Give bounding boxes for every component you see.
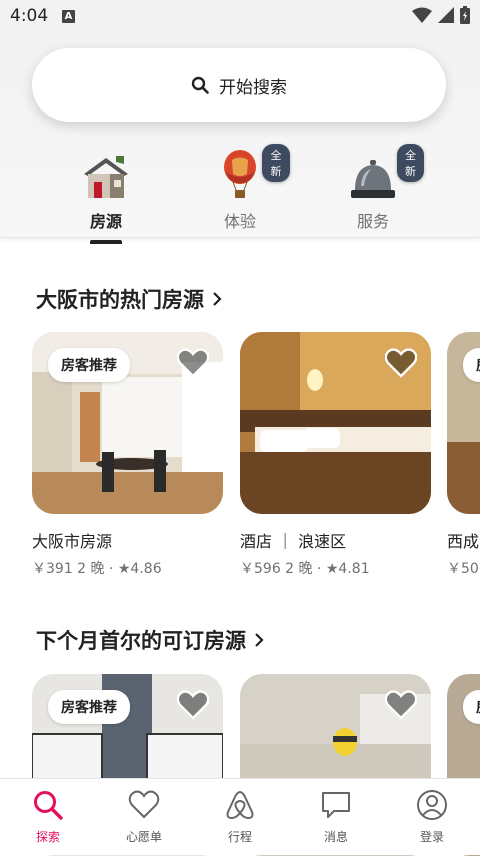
tab-homes[interactable]: 房源 — [56, 150, 156, 244]
notification-icon: A — [62, 10, 75, 23]
search-bar[interactable]: 开始搜索 — [32, 48, 446, 122]
section-title-seoul[interactable]: 下个月首尔的可订房源 — [36, 625, 264, 655]
listing-title: 西成 — [447, 532, 480, 551]
search-icon — [34, 791, 63, 820]
status-time: 4:04 — [10, 6, 49, 26]
listing-card[interactable]: 酒店 ｜ 浪速区 ￥596 2 晚 · ★4.81 — [240, 332, 431, 578]
nav-label: 行程 — [227, 830, 252, 844]
chevron-right-icon — [213, 292, 222, 306]
guest-favorite-badge: 房客推荐 — [48, 690, 130, 724]
battery-icon — [460, 6, 470, 24]
tab-experiences-label: 体验 — [223, 212, 256, 231]
search-placeholder: 开始搜索 — [219, 77, 287, 98]
listing-title: 酒店 ｜ 浪速区 — [240, 532, 347, 551]
listing-photo — [240, 332, 431, 514]
nav-explore[interactable]: 探索 — [0, 779, 96, 855]
nav-label: 登录 — [419, 830, 444, 844]
listing-photo: 房 — [447, 332, 480, 514]
signal-icon — [438, 7, 454, 23]
listing-photo: 房客推荐 — [32, 332, 223, 514]
message-icon — [322, 792, 350, 818]
hot-air-balloon-icon — [224, 150, 256, 198]
tab-services[interactable]: 全新 服务 — [323, 144, 424, 232]
listing-meta: ￥596 2 晚 · ★4.81 — [240, 561, 370, 577]
heart-icon — [128, 790, 160, 819]
new-badge: 全新 — [262, 144, 290, 182]
nav-label: 消息 — [323, 830, 348, 844]
house-icon — [84, 156, 128, 198]
active-tab-indicator — [90, 240, 122, 244]
profile-icon — [417, 790, 447, 820]
listing-card[interactable]: 房客推荐 大阪市房源 ￥391 2 晚 · ★4.86 — [32, 332, 223, 578]
nav-trips[interactable]: 行程 — [192, 779, 288, 855]
chevron-right-icon — [255, 633, 264, 647]
heart-icon[interactable] — [385, 690, 417, 720]
listing-meta: ￥391 2 晚 · ★4.86 — [32, 561, 162, 577]
guest-favorite-badge: 房客推荐 — [48, 348, 130, 382]
nav-wishlist[interactable]: 心愿单 — [96, 779, 192, 855]
nav-label: 心愿单 — [125, 830, 162, 844]
service-bell-icon — [351, 160, 395, 198]
section-title-osaka[interactable]: 大阪市的热门房源 — [36, 284, 222, 314]
nav-label: 探索 — [35, 830, 60, 844]
tab-homes-label: 房源 — [89, 212, 122, 231]
bottom-nav: 探索 心愿单 行程 消息 登录 — [0, 778, 480, 855]
new-badge: 全新 — [397, 144, 424, 182]
section-title-text: 下个月首尔的可订房源 — [36, 629, 246, 653]
status-bar: 4:04 A — [0, 0, 480, 32]
nav-login[interactable]: 登录 — [384, 779, 480, 855]
tab-services-label: 服务 — [356, 212, 389, 231]
listing-card[interactable]: 房 西成 ￥50 — [447, 332, 480, 578]
listing-title: 大阪市房源 — [32, 532, 113, 551]
tab-experiences[interactable]: 全新 体验 — [190, 144, 290, 232]
wifi-icon — [412, 7, 432, 23]
search-icon — [191, 76, 209, 94]
heart-icon[interactable] — [385, 348, 417, 378]
header-area: 开始搜索 房源 全新 体验 全新 服务 — [0, 32, 480, 244]
section-title-text: 大阪市的热门房源 — [36, 288, 204, 312]
heart-icon[interactable] — [177, 690, 209, 720]
listing-meta: ￥50 — [447, 561, 479, 577]
heart-icon[interactable] — [177, 348, 209, 378]
airbnb-logo-icon — [226, 790, 254, 820]
nav-messages[interactable]: 消息 — [288, 779, 384, 855]
